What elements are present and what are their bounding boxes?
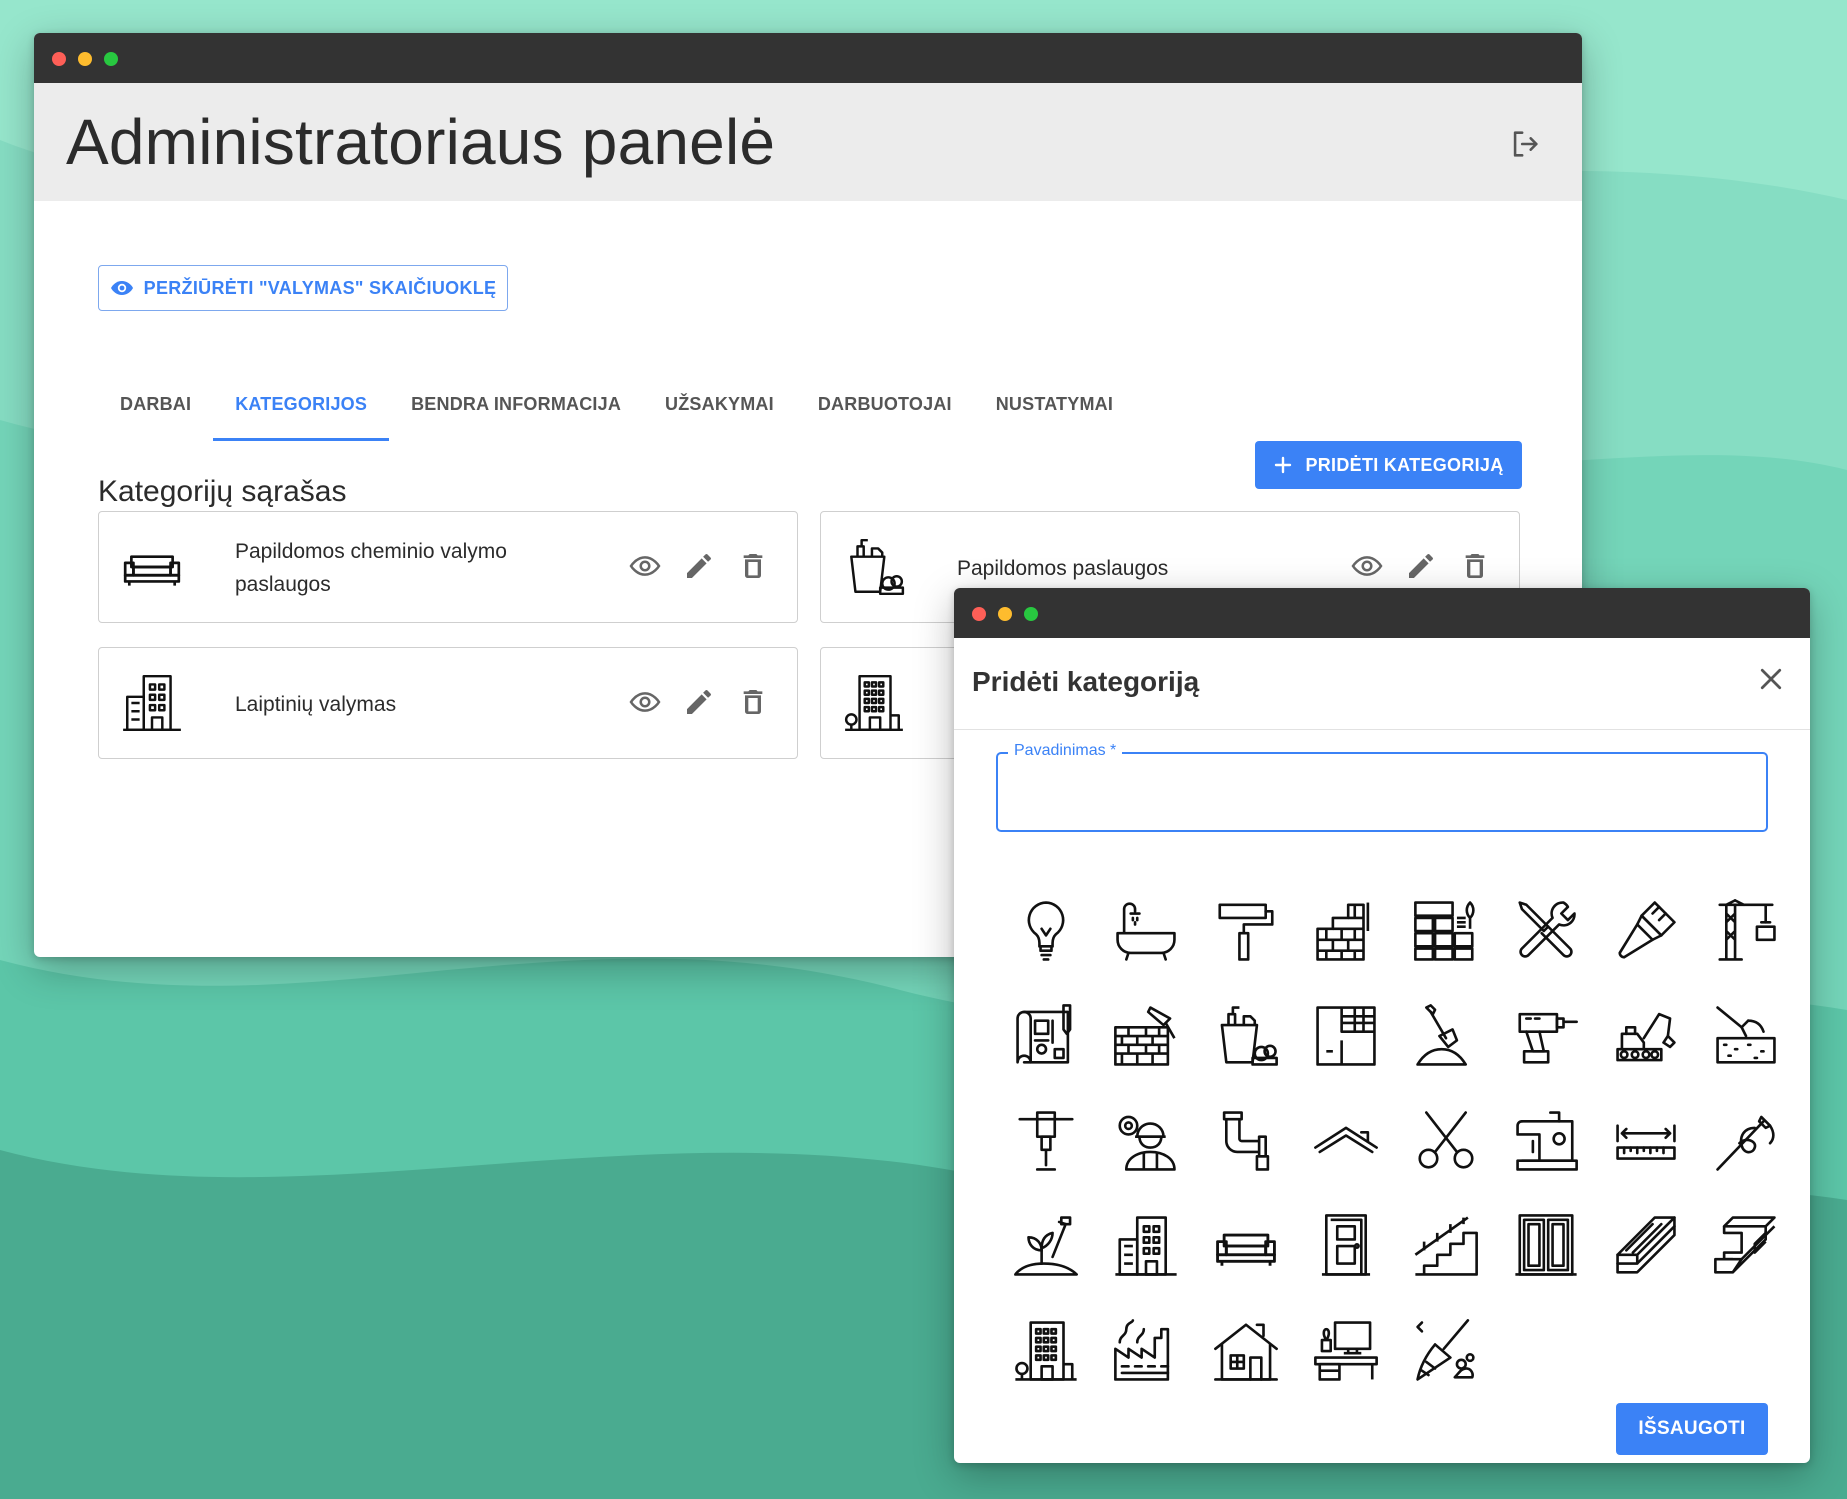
blueprint-icon[interactable] [996, 983, 1096, 1088]
category-label: Papildomos cheminio valymo paslaugos [235, 540, 507, 596]
logout-icon[interactable] [1508, 127, 1542, 161]
tab-darbai[interactable]: DARBAI [98, 369, 213, 439]
eye-icon [110, 281, 133, 295]
needle-thread-icon[interactable] [1696, 1088, 1796, 1193]
excavator-icon[interactable] [1596, 983, 1696, 1088]
tab-kategorijos[interactable]: KATEGORIJOS [213, 369, 389, 441]
gardening-icon[interactable] [996, 1193, 1096, 1298]
minimize-window-button[interactable] [78, 52, 92, 66]
sofa-icon[interactable] [1196, 1193, 1296, 1298]
eye-icon[interactable] [1351, 550, 1383, 582]
add-category-dialog: Pridėti kategoriją Pavadinimas * IŠSAUGO… [954, 588, 1810, 1463]
cleaning-supplies-icon [850, 538, 905, 596]
apartment-building-icon [123, 674, 181, 732]
category-card[interactable]: Papildomos cheminio valymo paslaugos [98, 511, 798, 623]
factory-icon[interactable] [1096, 1298, 1196, 1403]
tab-nustatymai[interactable]: NUSTATYMAI [974, 369, 1135, 439]
pencil-icon[interactable] [683, 550, 715, 582]
window-titlebar [34, 33, 1582, 84]
stairs-icon[interactable] [1396, 1193, 1496, 1298]
tab-uzsakymai[interactable]: UŽSAKYMAI [643, 369, 796, 439]
view-calculator-button[interactable]: PERŽIŪRĖTI "VALYMAS" SKAIČIUOKLĘ [98, 265, 508, 311]
sofa-icon [123, 555, 181, 586]
trash-icon[interactable] [737, 686, 769, 718]
save-button[interactable]: IŠSAUGOTI [1616, 1403, 1768, 1455]
jackhammer-icon[interactable] [996, 1088, 1096, 1193]
office-building-icon [844, 674, 903, 732]
bricklaying-icon[interactable] [1096, 983, 1196, 1088]
name-input[interactable] [1012, 774, 1756, 812]
door-icon[interactable] [1296, 1193, 1396, 1298]
tab-bar: DARBAI KATEGORIJOS BENDRA INFORMACIJA UŽ… [98, 369, 1135, 443]
dialog-header: Pridėti kategoriją [954, 638, 1810, 730]
minimize-window-button[interactable] [998, 607, 1012, 621]
maximize-window-button[interactable] [1024, 607, 1038, 621]
power-drill-icon[interactable] [1496, 983, 1596, 1088]
desk-icon[interactable] [1296, 1298, 1396, 1403]
tiles-icon[interactable] [1396, 878, 1496, 983]
category-label: Laiptinių valymas [235, 692, 397, 716]
brick-wall-icon[interactable] [1296, 878, 1396, 983]
eye-icon[interactable] [629, 686, 661, 718]
shovel-icon[interactable] [1396, 983, 1496, 1088]
engineer-icon[interactable] [1096, 1088, 1196, 1193]
maximize-window-button[interactable] [104, 52, 118, 66]
pipe-icon[interactable] [1196, 1088, 1296, 1193]
wrench-screwdriver-icon[interactable] [1496, 878, 1596, 983]
broom-icon[interactable] [1396, 1298, 1496, 1403]
measuring-tape-icon[interactable] [1596, 1088, 1696, 1193]
scissors-icon[interactable] [1396, 1088, 1496, 1193]
concrete-pour-icon[interactable] [1696, 983, 1796, 1088]
steel-beam-icon[interactable] [1696, 1193, 1796, 1298]
office-building-icon[interactable] [996, 1298, 1096, 1403]
app-header: Administratoriaus panelė [34, 83, 1582, 201]
trash-icon[interactable] [737, 550, 769, 582]
icon-picker [996, 878, 1776, 1403]
plus-icon [1275, 456, 1292, 474]
floor-plan-icon[interactable] [1296, 983, 1396, 1088]
paint-roller-icon[interactable] [1196, 878, 1296, 983]
dialog-titlebar [954, 588, 1810, 639]
name-field: Pavadinimas * [996, 742, 1768, 832]
pencil-icon[interactable] [683, 686, 715, 718]
close-icon[interactable] [1756, 664, 1786, 694]
name-field-label: Pavadinimas * [1008, 742, 1123, 760]
tab-darbuotojai[interactable]: DARBUOTOJAI [796, 369, 974, 439]
sewing-machine-icon[interactable] [1496, 1088, 1596, 1193]
paintbrush-icon[interactable] [1596, 878, 1696, 983]
lightbulb-icon[interactable] [996, 878, 1096, 983]
bathtub-icon[interactable] [1096, 878, 1196, 983]
dialog-title: Pridėti kategoriją [972, 666, 1200, 697]
close-window-button[interactable] [972, 607, 986, 621]
window-icon[interactable] [1496, 1193, 1596, 1298]
eye-icon[interactable] [629, 550, 661, 582]
page-title: Administratoriaus panelė [66, 106, 776, 178]
cleaning-supplies-icon[interactable] [1196, 983, 1296, 1088]
close-window-button[interactable] [52, 52, 66, 66]
trash-icon[interactable] [1459, 550, 1491, 582]
apartment-building-icon[interactable] [1096, 1193, 1196, 1298]
add-category-label: PRIDĖTI KATEGORIJĄ [1305, 454, 1504, 475]
house-icon[interactable] [1196, 1298, 1296, 1403]
wood-planks-icon[interactable] [1596, 1193, 1696, 1298]
section-title: Kategorijų sąrašas [98, 475, 347, 508]
roof-icon[interactable] [1296, 1088, 1396, 1193]
tower-crane-icon[interactable] [1696, 878, 1796, 983]
tab-bendra-informacija[interactable]: BENDRA INFORMACIJA [389, 369, 643, 439]
pencil-icon[interactable] [1405, 550, 1437, 582]
category-card[interactable]: Laiptinių valymas [98, 647, 798, 759]
add-category-button[interactable]: PRIDĖTI KATEGORIJĄ [1255, 441, 1522, 489]
view-calculator-label: PERŽIŪRĖTI "VALYMAS" SKAIČIUOKLĘ [143, 277, 497, 298]
